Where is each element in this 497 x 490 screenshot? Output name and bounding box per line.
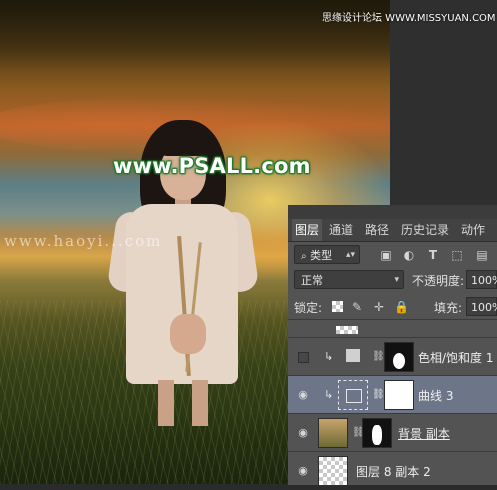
- layer-name: 背景 副本: [398, 427, 450, 441]
- mask-shape: [372, 425, 382, 445]
- psall-watermark: www.PSALL.com: [113, 154, 311, 178]
- layer-row-partial[interactable]: [288, 319, 497, 338]
- visibility-toggle[interactable]: [298, 352, 309, 363]
- tab-paths[interactable]: 路径: [362, 219, 392, 241]
- girl-right-leg: [192, 380, 208, 426]
- blend-row: 正常 ▾ 不透明度: 100%: [288, 269, 497, 291]
- lock-transparency-icon[interactable]: [332, 301, 343, 312]
- hue-saturation-icon: [338, 342, 368, 372]
- girl-left-leg: [158, 380, 174, 426]
- mask-shape: [393, 353, 405, 369]
- layers-panel: 图层 通道 路径 历史记录 动作 ⌕ 类型 ▴▾ ▣ ◐ T ⬚ ▤ 正常 ▾ …: [288, 205, 497, 486]
- opacity-label: 不透明度:: [412, 274, 465, 288]
- layer-row[interactable]: ◉ 图层 8 副本 2: [288, 451, 497, 490]
- curves-glyph: [346, 389, 362, 403]
- chevron-down-icon: ▾: [394, 275, 399, 285]
- adjustment-glyph: [346, 351, 360, 362]
- layer-filter-row: ⌕ 类型 ▴▾ ▣ ◐ T ⬚ ▤: [288, 244, 497, 266]
- layer-name: 图层 8 副本 2: [356, 465, 431, 479]
- haoyi-watermark: www.haoyi...com: [4, 232, 163, 250]
- search-icon: ⌕: [301, 251, 307, 262]
- type-filter-icon[interactable]: T: [425, 247, 441, 263]
- workspace-background: [390, 0, 497, 205]
- filter-kind-label: 类型: [310, 249, 333, 262]
- eye-icon[interactable]: ◉: [296, 426, 310, 440]
- blend-mode-value: 正常: [301, 274, 323, 287]
- shape-filter-icon[interactable]: ⬚: [449, 247, 465, 263]
- lock-label: 锁定:: [294, 301, 323, 315]
- layer-name: 曲线 3: [418, 389, 454, 403]
- clipping-arrow-icon: ↳: [324, 350, 334, 363]
- site-watermark: 思缘设计论坛 WWW.MISSYUAN.COM: [322, 13, 496, 24]
- adjustment-filter-icon[interactable]: ◐: [401, 247, 417, 263]
- eye-icon[interactable]: ◉: [296, 464, 310, 478]
- tab-actions[interactable]: 动作: [458, 219, 488, 241]
- opacity-input[interactable]: 100%: [466, 270, 497, 289]
- lock-row: 锁定: ✎ ✛ 🔒 填充: 100%: [288, 296, 497, 318]
- layer-row[interactable]: ↳ ⛓ 色相/饱和度 1: [288, 337, 497, 376]
- layer-thumbnail: [318, 418, 348, 448]
- fill-input[interactable]: 100%: [466, 297, 497, 316]
- blend-mode-select[interactable]: 正常 ▾: [294, 270, 404, 289]
- image-filter-icon[interactable]: ▣: [378, 247, 394, 263]
- link-icon: ⛓: [372, 351, 385, 362]
- adjustment-glyph: [346, 349, 360, 351]
- clipping-arrow-icon: ↳: [324, 388, 334, 401]
- tab-history[interactable]: 历史记录: [398, 219, 452, 241]
- layer-thumbnail: [336, 326, 358, 334]
- panel-tab-bar: 图层 通道 路径 历史记录 动作: [288, 219, 497, 242]
- girl-fringe: [158, 132, 210, 156]
- lock-all-icon[interactable]: 🔒: [394, 300, 409, 314]
- fill-label: 填充:: [434, 301, 463, 315]
- smart-object-filter-icon[interactable]: ▤: [474, 247, 490, 263]
- layer-mask-thumbnail[interactable]: [384, 342, 414, 372]
- layer-thumbnail: [318, 456, 348, 486]
- layer-mask-thumbnail[interactable]: [362, 418, 392, 448]
- girl-hands: [170, 314, 206, 354]
- link-icon: ⛓: [372, 389, 385, 400]
- tab-channels[interactable]: 通道: [326, 219, 356, 241]
- lock-position-icon[interactable]: ✛: [372, 300, 386, 314]
- panel-header-bar: [288, 206, 497, 219]
- layer-name: 色相/饱和度 1: [418, 351, 494, 365]
- lock-pixels-icon[interactable]: ✎: [350, 300, 364, 314]
- chevron-down-icon: ▴▾: [345, 250, 355, 260]
- tab-layers[interactable]: 图层: [292, 219, 322, 241]
- curves-icon: [338, 380, 368, 410]
- layer-row[interactable]: ◉ ⛓ 背景 副本: [288, 413, 497, 452]
- filter-kind-select[interactable]: ⌕ 类型 ▴▾: [294, 245, 360, 264]
- layer-row-selected[interactable]: ◉ ↳ ⛓ 曲线 3: [288, 375, 497, 414]
- eye-icon[interactable]: ◉: [296, 388, 310, 402]
- layer-mask-thumbnail[interactable]: [384, 380, 414, 410]
